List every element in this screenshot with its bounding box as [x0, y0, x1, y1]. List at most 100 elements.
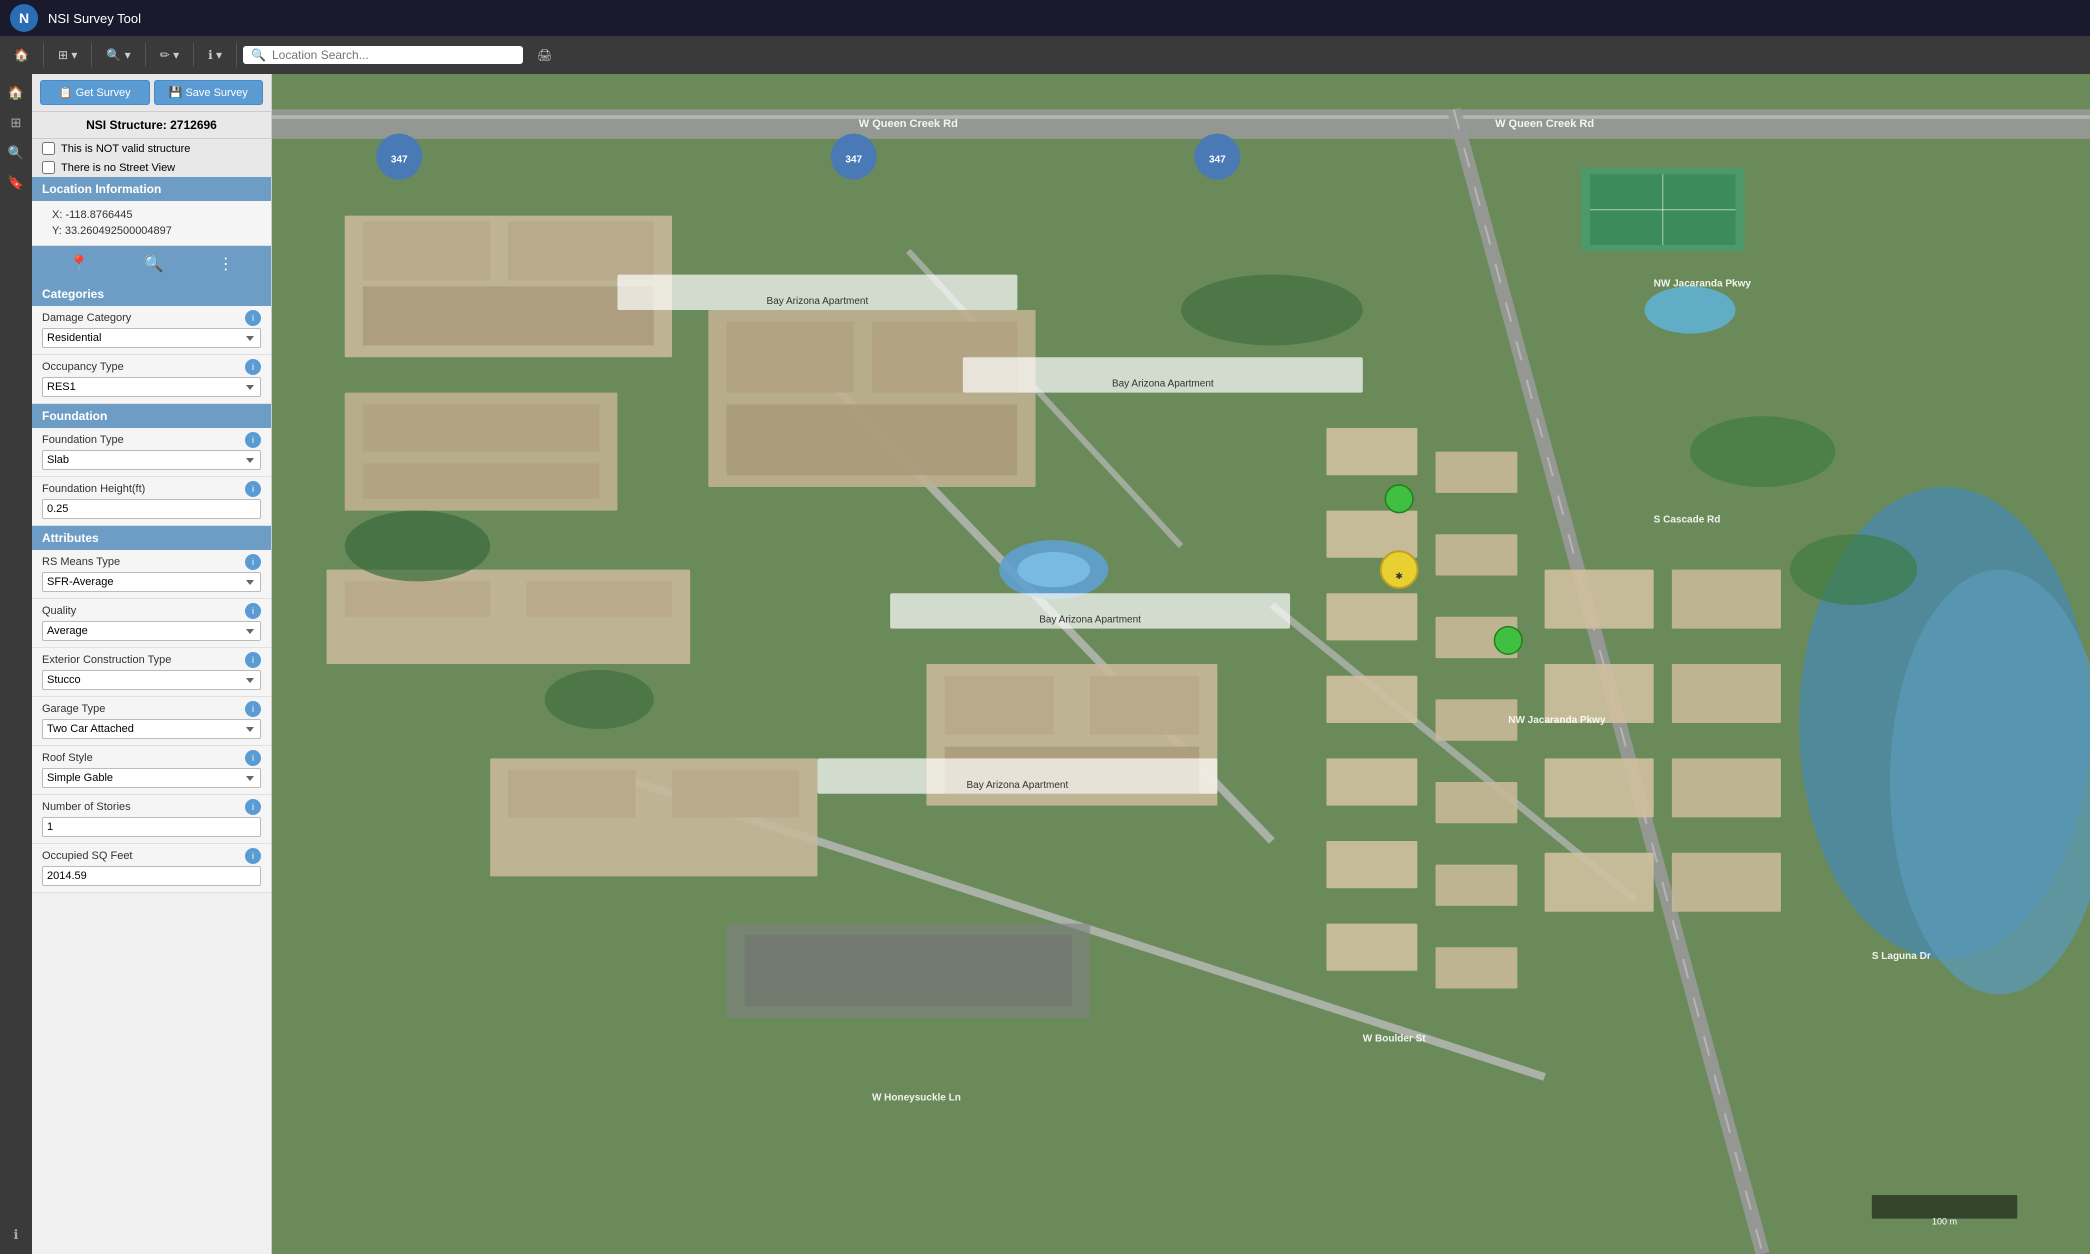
- location-pin-btn[interactable]: 📍: [61, 252, 97, 276]
- main-layout: 🏠 ⊞ 🔍 🔖 ℹ 📋 Get Survey 💾 Save Survey NSI…: [0, 74, 2090, 1254]
- exterior-construction-info-icon[interactable]: i: [245, 652, 261, 668]
- location-search-btn[interactable]: 🔍: [135, 252, 171, 276]
- foundation-section-header: Foundation: [32, 404, 271, 428]
- title-bar: N NSI Survey Tool: [0, 0, 2090, 36]
- foundation-height-label: Foundation Height(ft): [42, 483, 145, 495]
- foundation-type-info-icon[interactable]: i: [245, 432, 261, 448]
- home-toolbar-btn[interactable]: 🏠: [6, 44, 37, 66]
- svg-text:Bay Arizona Apartment: Bay Arizona Apartment: [1039, 615, 1141, 626]
- roof-style-select[interactable]: Simple Gable: [42, 768, 261, 788]
- no-street-view-label: There is no Street View: [61, 162, 175, 174]
- grid-toolbar-btn[interactable]: ⊞ ▾: [50, 44, 85, 66]
- iconbar-bookmark[interactable]: 🔖: [3, 170, 29, 196]
- occupancy-type-select[interactable]: RES1: [42, 377, 261, 397]
- garage-type-info-icon[interactable]: i: [245, 701, 261, 717]
- location-actions: 📍 🔍 ⋮: [32, 246, 271, 282]
- print-btn[interactable]: 🖨: [529, 44, 560, 66]
- draw-toolbar-btn[interactable]: ✏ ▾: [152, 44, 187, 66]
- exterior-construction-label: Exterior Construction Type: [42, 654, 171, 666]
- svg-text:347: 347: [391, 155, 408, 166]
- damage-category-group: Damage Category i Residential: [32, 306, 271, 355]
- nsi-structure-id: NSI Structure: 2712696: [32, 112, 271, 139]
- svg-text:100 m: 100 m: [1932, 1217, 1957, 1227]
- foundation-type-select[interactable]: Slab: [42, 450, 261, 470]
- garage-type-label: Garage Type: [42, 703, 105, 715]
- location-more-btn[interactable]: ⋮: [210, 252, 242, 276]
- iconbar-search[interactable]: 🔍: [3, 140, 29, 166]
- number-of-stories-group: Number of Stories i: [32, 795, 271, 844]
- damage-category-label: Damage Category: [42, 312, 131, 324]
- foundation-height-group: Foundation Height(ft) i: [32, 477, 271, 526]
- quality-select[interactable]: Average: [42, 621, 261, 641]
- svg-text:NW Jacaranda Pkwy: NW Jacaranda Pkwy: [1654, 278, 1752, 289]
- map-svg: 347 347 347 W Queen Creek Rd W Queen Cre…: [272, 74, 2090, 1254]
- svg-text:NW Jacaranda Pkwy: NW Jacaranda Pkwy: [1508, 715, 1606, 726]
- survey-buttons: 📋 Get Survey 💾 Save Survey: [32, 74, 271, 112]
- map-container[interactable]: 347 347 347 W Queen Creek Rd W Queen Cre…: [272, 74, 2090, 1254]
- foundation-height-info-icon[interactable]: i: [245, 481, 261, 497]
- svg-text:W Honeysuckle Ln: W Honeysuckle Ln: [872, 1093, 961, 1104]
- garage-type-group: Garage Type i Two Car Attached: [32, 697, 271, 746]
- svg-text:347: 347: [1209, 155, 1226, 166]
- foundation-type-label: Foundation Type: [42, 434, 124, 446]
- iconbar-home[interactable]: 🏠: [3, 80, 29, 106]
- survey-panel: 📋 Get Survey 💾 Save Survey NSI Structure…: [32, 74, 272, 1254]
- get-survey-button[interactable]: 📋 Get Survey: [40, 80, 150, 105]
- svg-text:Bay Arizona Apartment: Bay Arizona Apartment: [1112, 379, 1214, 390]
- categories-section-header: Categories: [32, 282, 271, 306]
- roof-style-info-icon[interactable]: i: [245, 750, 261, 766]
- search-icon: 🔍: [251, 48, 266, 62]
- iconbar-layers[interactable]: ⊞: [3, 110, 29, 136]
- x-coordinate: X: -118.8766445: [42, 207, 261, 223]
- roof-style-label: Roof Style: [42, 752, 93, 764]
- toolbar: 🏠 ⊞ ▾ 🔍 ▾ ✏ ▾ ℹ ▾ 🔍 🖨: [0, 36, 2090, 74]
- occupied-sq-feet-group: Occupied SQ Feet i: [32, 844, 271, 893]
- not-valid-checkbox[interactable]: [42, 142, 55, 155]
- quality-label: Quality: [42, 605, 76, 617]
- rs-means-label: RS Means Type: [42, 556, 120, 568]
- svg-text:S Cascade Rd: S Cascade Rd: [1654, 514, 1721, 525]
- exterior-construction-group: Exterior Construction Type i Stucco: [32, 648, 271, 697]
- iconbar-info[interactable]: ℹ: [3, 1222, 29, 1248]
- svg-text:Bay Arizona Apartment: Bay Arizona Apartment: [767, 296, 869, 307]
- info-toolbar-btn[interactable]: ℹ ▾: [200, 44, 230, 66]
- quality-info-icon[interactable]: i: [245, 603, 261, 619]
- save-survey-button[interactable]: 💾 Save Survey: [154, 80, 264, 105]
- occupancy-type-group: Occupancy Type i RES1: [32, 355, 271, 404]
- quality-group: Quality i Average: [32, 599, 271, 648]
- roof-style-group: Roof Style i Simple Gable: [32, 746, 271, 795]
- search-bar: 🔍: [243, 46, 523, 64]
- exterior-construction-select[interactable]: Stucco: [42, 670, 261, 690]
- garage-type-select[interactable]: Two Car Attached: [42, 719, 261, 739]
- number-of-stories-input[interactable]: [42, 817, 261, 837]
- svg-text:S Laguna Dr: S Laguna Dr: [1872, 951, 1931, 962]
- rs-means-select[interactable]: SFR-Average: [42, 572, 261, 592]
- y-coordinate: Y: 33.260492500004897: [42, 223, 261, 239]
- rs-means-info-icon[interactable]: i: [245, 554, 261, 570]
- icon-bar: 🏠 ⊞ 🔍 🔖 ℹ: [0, 74, 32, 1254]
- svg-text:347: 347: [845, 155, 862, 166]
- number-of-stories-info-icon[interactable]: i: [245, 799, 261, 815]
- map-background: 347 347 347 W Queen Creek Rd W Queen Cre…: [272, 74, 2090, 1254]
- not-valid-label: This is NOT valid structure: [61, 143, 190, 155]
- rs-means-group: RS Means Type i SFR-Average: [32, 550, 271, 599]
- location-section-header: Location Information: [32, 177, 271, 201]
- foundation-type-group: Foundation Type i Slab: [32, 428, 271, 477]
- number-of-stories-label: Number of Stories: [42, 801, 131, 813]
- search-input[interactable]: [272, 48, 515, 62]
- damage-category-select[interactable]: Residential: [42, 328, 261, 348]
- attributes-section-header: Attributes: [32, 526, 271, 550]
- occupied-sq-feet-info-icon[interactable]: i: [245, 848, 261, 864]
- damage-category-info-icon[interactable]: i: [245, 310, 261, 326]
- app-title: NSI Survey Tool: [48, 11, 141, 26]
- svg-text:W Queen Creek Rd: W Queen Creek Rd: [1495, 118, 1594, 130]
- svg-text:W Boulder St: W Boulder St: [1363, 1034, 1426, 1045]
- not-valid-row: This is NOT valid structure: [32, 139, 271, 158]
- occupancy-type-info-icon[interactable]: i: [245, 359, 261, 375]
- foundation-height-input[interactable]: [42, 499, 261, 519]
- no-street-view-checkbox[interactable]: [42, 161, 55, 174]
- svg-text:Bay Arizona Apartment: Bay Arizona Apartment: [967, 780, 1069, 791]
- zoom-toolbar-btn[interactable]: 🔍 ▾: [98, 44, 138, 66]
- occupancy-type-label: Occupancy Type: [42, 361, 124, 373]
- occupied-sq-feet-input[interactable]: [42, 866, 261, 886]
